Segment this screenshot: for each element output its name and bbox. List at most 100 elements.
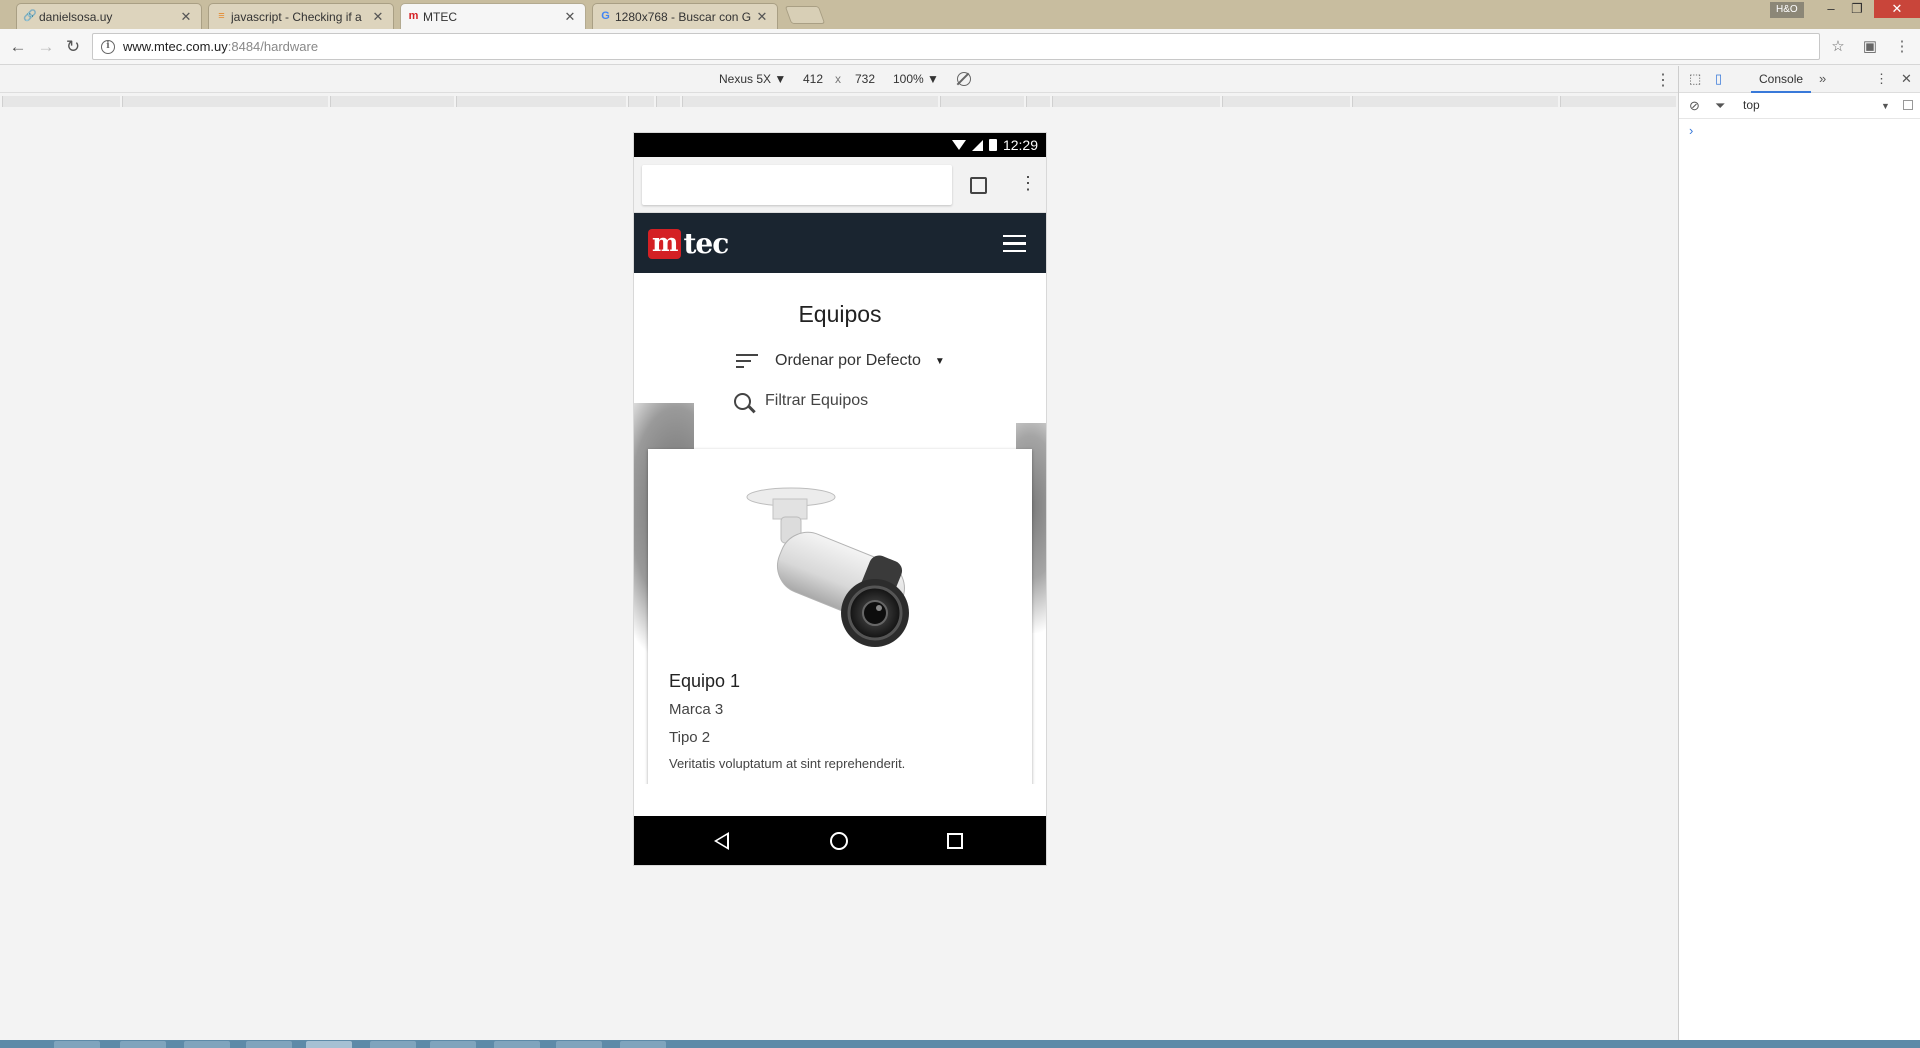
back-arrow-icon[interactable]: ← bbox=[8, 37, 28, 57]
page-title: Equipos bbox=[798, 301, 882, 327]
chrome-menu-icon[interactable]: ⋮ bbox=[1892, 37, 1912, 57]
mobile-browser-bar: ⋮ bbox=[634, 157, 1046, 213]
sort-icon bbox=[736, 354, 758, 368]
dimension-separator: x bbox=[835, 72, 841, 86]
reload-icon[interactable]: ↻ bbox=[63, 37, 83, 57]
device-select[interactable]: Nexus 5X ▼ bbox=[719, 72, 786, 86]
device-toolbar: Nexus 5X ▼ 412 x 732 100% ▼ ⋮ bbox=[0, 66, 1678, 93]
device-width[interactable]: 412 bbox=[803, 72, 823, 86]
browser-toolbar: ← → ↻ i www.mtec.com.uy:8484/hardware ☆ … bbox=[0, 29, 1920, 65]
tab-danielsosa[interactable]: 🔗 danielsosa.uy ✕ bbox=[16, 3, 202, 29]
product-type: Tipo 2 bbox=[669, 729, 711, 746]
google-icon: G bbox=[601, 10, 610, 22]
battery-icon bbox=[988, 139, 997, 151]
device-options-icon[interactable]: ⋮ bbox=[1655, 70, 1671, 90]
preserve-log-checkbox[interactable] bbox=[1903, 100, 1913, 110]
android-status-bar: 12:29 bbox=[634, 133, 1046, 157]
wifi-icon bbox=[951, 140, 966, 150]
star-icon[interactable]: ☆ bbox=[1828, 37, 1848, 57]
chevron-down-icon[interactable]: ▼ bbox=[1881, 101, 1890, 111]
signal-icon bbox=[971, 139, 983, 151]
url-path: :8484/hardware bbox=[227, 39, 319, 54]
device-toggle-icon[interactable]: ▯ bbox=[1715, 71, 1722, 87]
devtools-header: ⬚ ▯ Console » ⋮ ✕ bbox=[1679, 66, 1920, 93]
zoom-select[interactable]: 100% ▼ bbox=[893, 72, 939, 86]
mtec-logo[interactable]: m tec bbox=[648, 227, 729, 260]
taskbar-app[interactable] bbox=[184, 1041, 230, 1048]
forward-arrow-icon[interactable]: → bbox=[36, 37, 56, 57]
product-name: Equipo 1 bbox=[669, 671, 741, 691]
mtec-icon: m bbox=[408, 10, 419, 22]
taskbar-app[interactable] bbox=[120, 1041, 166, 1048]
caret-down-icon: ▼ bbox=[934, 355, 945, 367]
tab-label: danielsosa.uy bbox=[39, 9, 113, 24]
security-camera-image bbox=[746, 487, 909, 647]
extension-icon[interactable]: ▣ bbox=[1860, 37, 1880, 57]
taskbar-app[interactable] bbox=[430, 1041, 476, 1048]
filter-field[interactable]: Filtrar Equipos bbox=[734, 392, 868, 410]
filter-icon[interactable]: ⏷ bbox=[1715, 98, 1725, 114]
tab-label: MTEC bbox=[423, 9, 457, 24]
android-recents-icon[interactable] bbox=[947, 833, 963, 849]
tab-google[interactable]: G 1280x768 - Buscar con G ✕ bbox=[592, 3, 778, 29]
mobile-url-field[interactable] bbox=[642, 165, 952, 205]
tab-strip: 🔗 danielsosa.uy ✕ ≡ javascript - Checkin… bbox=[0, 0, 1920, 29]
tab-console[interactable]: Console bbox=[1751, 66, 1812, 93]
stackoverflow-icon: ≡ bbox=[218, 10, 225, 22]
rotate-icon[interactable] bbox=[957, 72, 971, 86]
console-prompt[interactable]: › bbox=[1689, 123, 1693, 138]
sort-label: Ordenar por Defecto bbox=[775, 352, 921, 369]
window-close-icon[interactable]: ✕ bbox=[1874, 0, 1920, 18]
tab-mtec[interactable]: m MTEC ✕ bbox=[400, 3, 586, 29]
profile-badge[interactable]: H&O bbox=[1770, 2, 1804, 18]
android-nav-bar bbox=[634, 816, 1046, 865]
console-toolbar: ⊘ ⏷ top ▼ bbox=[1679, 93, 1920, 119]
site-navbar: m tec bbox=[634, 213, 1046, 273]
mobile-menu-icon[interactable]: ⋮ bbox=[1019, 173, 1037, 193]
close-icon[interactable]: ✕ bbox=[755, 9, 769, 25]
devtools-close-icon[interactable]: ✕ bbox=[1901, 71, 1912, 87]
filter-placeholder: Filtrar Equipos bbox=[765, 392, 869, 409]
context-select[interactable]: top bbox=[1743, 98, 1760, 112]
devtools-panel: ⬚ ▯ Console » ⋮ ✕ ⊘ ⏷ top ▼ › bbox=[1678, 66, 1920, 1040]
devtools-menu-icon[interactable]: ⋮ bbox=[1875, 71, 1888, 87]
address-bar[interactable]: i www.mtec.com.uy:8484/hardware bbox=[92, 33, 1820, 60]
search-icon bbox=[734, 392, 751, 410]
hamburger-menu-icon[interactable] bbox=[1003, 235, 1026, 252]
taskbar-app[interactable] bbox=[494, 1041, 540, 1048]
product-description: Veritatis voluptatum at sint reprehender… bbox=[669, 756, 906, 771]
more-tabs-icon[interactable]: » bbox=[1819, 71, 1826, 86]
info-icon[interactable]: i bbox=[101, 39, 115, 54]
logo-m: m bbox=[648, 229, 682, 259]
link-icon: 🔗 bbox=[23, 10, 37, 22]
url-host: www.mtec.com.uy bbox=[123, 39, 228, 54]
os-taskbar bbox=[0, 1040, 1920, 1048]
maximize-icon[interactable]: ❐ bbox=[1842, 0, 1872, 18]
taskbar-app[interactable] bbox=[246, 1041, 292, 1048]
page-content: Equipos Ordenar por Defecto ▼ Filtrar Eq… bbox=[634, 273, 1046, 784]
close-icon[interactable]: ✕ bbox=[371, 9, 385, 25]
taskbar-app[interactable] bbox=[306, 1041, 352, 1048]
taskbar-app[interactable] bbox=[54, 1041, 100, 1048]
device-height[interactable]: 732 bbox=[855, 72, 875, 86]
android-home-icon[interactable] bbox=[830, 832, 848, 850]
device-viewport: 12:29 ⋮ m tec Equipos Ordenar por Defect… bbox=[634, 133, 1046, 865]
clear-console-icon[interactable]: ⊘ bbox=[1689, 98, 1700, 114]
logo-tec: tec bbox=[683, 227, 729, 260]
sort-dropdown[interactable]: Ordenar por Defecto ▼ bbox=[736, 352, 945, 370]
close-icon[interactable]: ✕ bbox=[179, 9, 193, 25]
tab-stackoverflow[interactable]: ≡ javascript - Checking if a ✕ bbox=[208, 3, 394, 29]
tabs-icon[interactable] bbox=[970, 177, 987, 194]
android-back-icon[interactable] bbox=[714, 832, 729, 850]
close-icon[interactable]: ✕ bbox=[563, 9, 577, 25]
media-query-bar[interactable] bbox=[0, 94, 1678, 110]
status-time: 12:29 bbox=[1002, 137, 1038, 153]
tab-label: 1280x768 - Buscar con G bbox=[615, 9, 751, 24]
taskbar-app[interactable] bbox=[556, 1041, 602, 1048]
new-tab-button[interactable] bbox=[784, 6, 826, 24]
inspect-icon[interactable]: ⬚ bbox=[1689, 71, 1701, 87]
taskbar-app[interactable] bbox=[370, 1041, 416, 1048]
taskbar-app[interactable] bbox=[620, 1041, 666, 1048]
product-card[interactable]: Equipo 1 Marca 3 Tipo 2 Veritatis volupt… bbox=[648, 449, 1032, 784]
product-brand: Marca 3 bbox=[669, 701, 724, 718]
